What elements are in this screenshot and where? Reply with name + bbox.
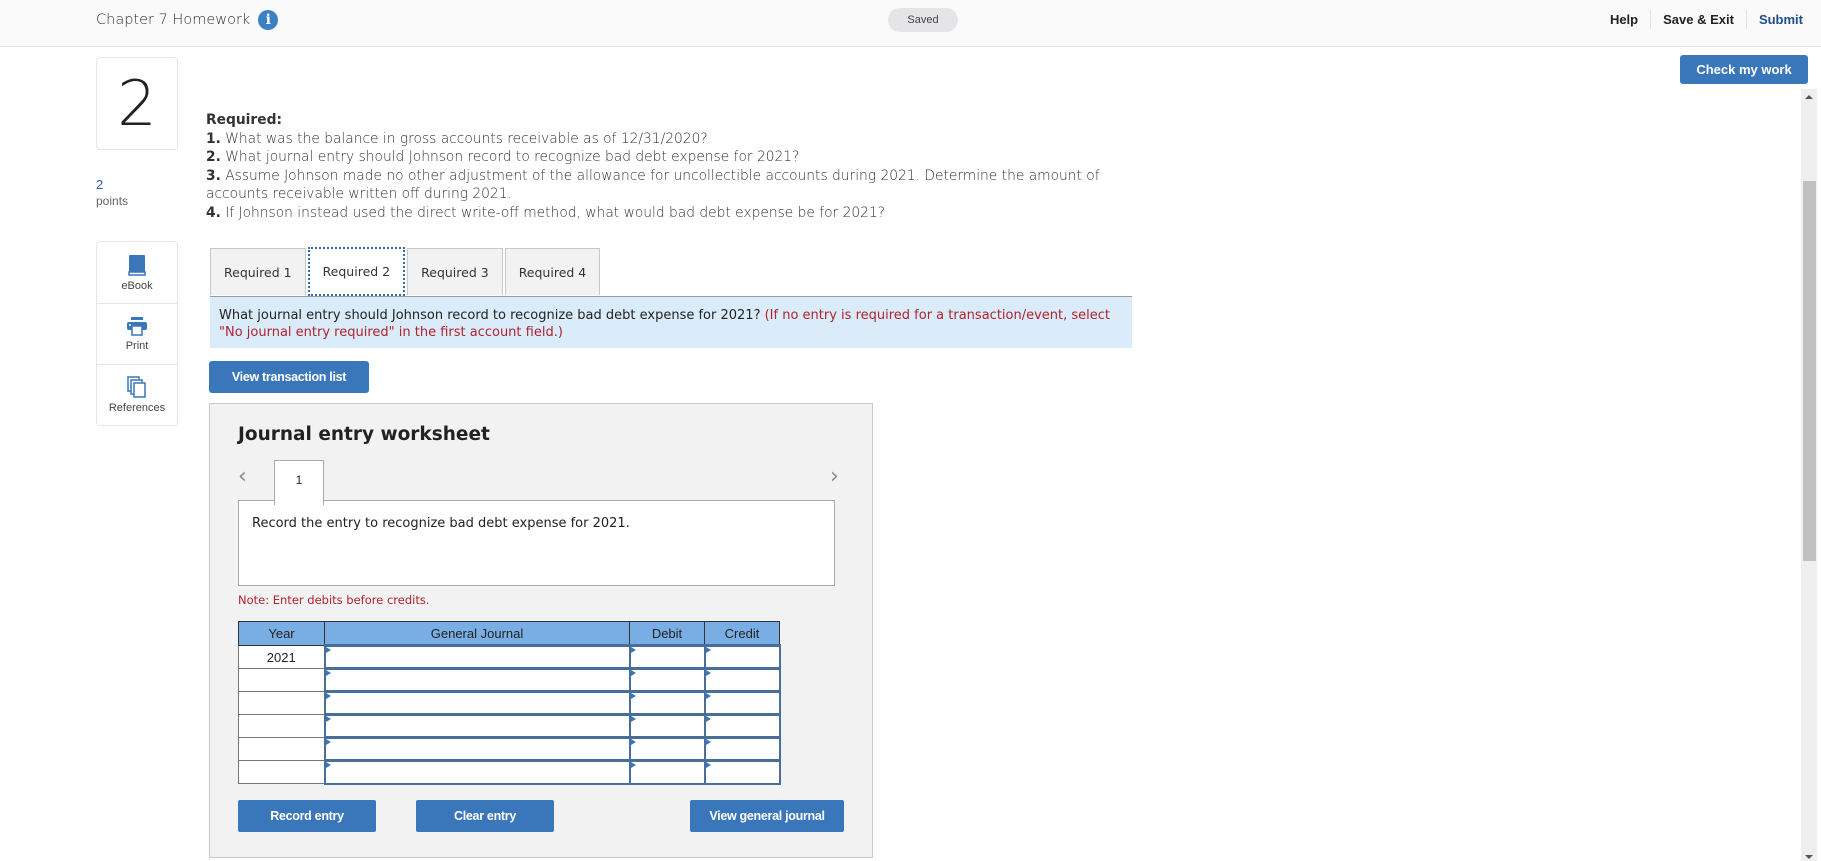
assignment-title: Chapter 7 Homework i [96,10,279,30]
help-link[interactable]: Help [1598,10,1650,29]
credit-input[interactable] [703,644,781,670]
points-display: 2 points [96,177,128,209]
chevron-right-icon[interactable]: › [830,464,839,489]
account-input[interactable] [323,667,631,693]
required-section: Required: 1. What was the balance in gro… [206,111,1136,222]
account-input[interactable] [323,713,631,739]
required-item-3: 3. Assume Johnson made no other adjustme… [206,167,1136,204]
credit-input[interactable] [703,736,781,762]
question-number: 2 [96,57,178,150]
credit-input[interactable] [703,759,781,785]
info-icon[interactable]: i [258,10,279,30]
table-row [238,690,781,716]
year-cell[interactable] [238,714,325,738]
year-cell[interactable] [238,760,325,784]
column-header-credit: Credit [704,621,780,646]
year-cell[interactable]: 2021 [238,645,325,669]
table-row [238,736,781,762]
required-item-2: 2. What journal entry should Johnson rec… [206,148,1136,167]
required-item-text: What was the balance in gross accounts r… [220,130,708,147]
points-label: points [96,194,129,208]
references-label: References [108,402,166,414]
book-icon [128,254,146,276]
check-my-work-button[interactable]: Check my work [1680,55,1808,84]
debit-input[interactable] [628,736,706,762]
worksheet-description: Record the entry to recognize bad debt e… [238,500,835,586]
top-links: Help Save & Exit Submit [1598,10,1805,29]
required-item-number: 1. [206,130,221,147]
required-item-1: 1. What was the balance in gross account… [206,130,1136,149]
debit-input[interactable] [628,759,706,785]
credit-input[interactable] [703,713,781,739]
column-header-debit: Debit [629,621,705,646]
scroll-down-arrow-icon[interactable] [1805,855,1813,859]
assignment-title-text: Chapter 7 Homework [96,12,251,28]
account-input[interactable] [323,690,631,716]
journal-header-row: Year General Journal Debit Credit [238,621,780,646]
account-input[interactable] [323,736,631,762]
debit-input[interactable] [628,644,706,670]
required-heading: Required: [206,112,282,128]
required-item-text: If Johnson instead used the direct write… [220,204,886,221]
column-header-general-journal: General Journal [324,621,630,646]
print-label: Print [125,340,149,352]
scrollbar-thumb[interactable] [1803,181,1816,561]
year-cell[interactable] [238,737,325,761]
saved-status-badge: Saved [888,8,958,32]
table-row [238,713,781,739]
clear-entry-button[interactable]: Clear entry [416,800,554,832]
table-row [238,667,781,693]
year-cell[interactable] [238,691,325,715]
required-item-4: 4. If Johnson instead used the direct wr… [206,204,1136,223]
year-cell[interactable] [238,668,325,692]
vertical-scrollbar[interactable] [1801,89,1817,861]
tab-required-3[interactable]: Required 3 [407,248,503,295]
print-button[interactable]: Print [97,303,177,364]
debit-input[interactable] [628,690,706,716]
worksheet-title: Journal entry worksheet [238,424,490,445]
column-header-year: Year [238,621,325,646]
question-prompt: What journal entry should Johnson record… [210,296,1132,348]
ebook-button[interactable]: eBook [97,242,177,303]
required-tabs: Required 1 Required 2 Required 3 Require… [210,247,601,296]
prompt-text: What journal entry should Johnson record… [219,308,765,323]
journal-entry-worksheet: Journal entry worksheet ‹ 1 › Record the… [209,403,873,858]
table-row: 2021 [238,644,781,670]
printer-icon [127,317,147,336]
top-bar: Chapter 7 Homework i Saved Help Save & E… [0,0,1821,47]
worksheet-page-tab[interactable]: 1 [274,460,324,505]
account-input[interactable] [323,644,631,670]
submit-link[interactable]: Submit [1745,10,1805,29]
view-general-journal-button[interactable]: View general journal [690,800,844,832]
worksheet-note: Note: Enter debits before credits. [238,593,430,607]
copy-icon [127,376,146,398]
chevron-left-icon[interactable]: ‹ [238,464,247,489]
debit-input[interactable] [628,713,706,739]
required-item-text: What journal entry should Johnson record… [220,149,800,165]
credit-input[interactable] [703,667,781,693]
scroll-up-arrow-icon[interactable] [1805,95,1813,99]
tab-required-4[interactable]: Required 4 [504,248,601,295]
table-row [238,759,781,785]
required-item-number: 2. [206,149,221,165]
record-entry-button[interactable]: Record entry [238,800,376,832]
required-item-number: 4. [206,204,221,221]
required-item-number: 3. [206,167,221,184]
tab-required-2[interactable]: Required 2 [307,247,406,296]
journal-table: Year General Journal Debit Credit 2021 [238,621,781,785]
debit-input[interactable] [628,667,706,693]
tools-panel: eBook Print References [96,241,178,426]
credit-input[interactable] [703,690,781,716]
account-input[interactable] [323,759,631,785]
tab-required-1[interactable]: Required 1 [210,248,306,295]
view-transaction-list-button[interactable]: View transaction list [209,361,369,393]
points-value: 2 [96,177,104,192]
references-button[interactable]: References [97,364,177,425]
save-exit-link[interactable]: Save & Exit [1650,10,1746,29]
required-item-text: Assume Johnson made no other adjustment … [206,167,1100,203]
ebook-label: eBook [121,279,153,292]
